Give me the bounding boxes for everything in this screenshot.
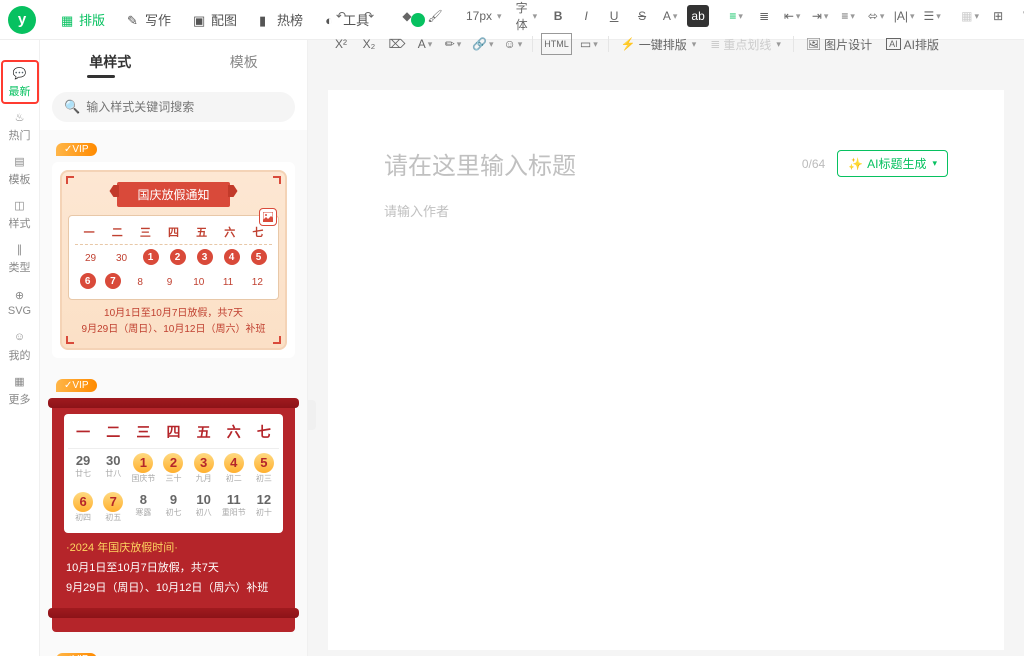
template-icon: ▤ (12, 153, 28, 169)
bars-icon: ∥ (12, 241, 28, 257)
font-family-select[interactable]: 字体▾ (512, 5, 542, 27)
panel-tab-single[interactable]: 单样式 (89, 52, 131, 72)
panel-drag-handle[interactable] (308, 400, 316, 430)
style-card-2[interactable]: 一二三四五六七 29廿七30廿八1国庆节2三十3九月4初二5初三 6初四7初五8… (52, 398, 295, 632)
focus-line-button[interactable]: ≣重点划线▾ (706, 33, 785, 55)
user-icon: ☺ (12, 329, 28, 345)
style-icon: ◫ (12, 197, 28, 213)
underline-button[interactable]: U (603, 5, 625, 27)
fire-icon: ♨ (12, 109, 28, 125)
title-count: 0/64 (802, 157, 825, 171)
editor-toolbar: ↶ ↷ ◆ 🖌 17px▾ 字体▾ B I U S A▾ ab ≡▾ ≣ ⇤▾ … (330, 2, 1020, 58)
ai-layout-button[interactable]: AIAI排版 (882, 33, 943, 55)
search-icon: 🔍 (64, 99, 80, 115)
layout-icon: ▦ (61, 13, 75, 27)
redo-button[interactable]: ↷ (358, 5, 380, 27)
quote-button[interactable]: ❞ (1015, 5, 1024, 27)
sparkle-icon: ✨ (848, 157, 863, 171)
clear-format-button[interactable]: ⌦ (386, 33, 408, 55)
indent-left-button[interactable]: ⇤▾ (781, 5, 803, 27)
editor-area: 请在这里输入标题 0/64 ✨AI标题生成▾ 请输入作者 (308, 40, 1024, 656)
style-gallery[interactable]: ✓VIP 国庆放假通知 一二三四五六七 293012345 6789101112… (40, 130, 307, 656)
align-justify-button[interactable]: ≣ (753, 5, 775, 27)
word-spacing-button[interactable]: |A|▾ (893, 5, 915, 27)
component-button[interactable]: ▦▾ (959, 5, 981, 27)
bolt-icon: ⚡ (621, 37, 636, 51)
nav-mine[interactable]: ☺我的 (1, 324, 39, 368)
notice-line: 10月1日至10月7日放假，共7天 (68, 306, 279, 322)
line-height-button[interactable]: ≡▾ (837, 5, 859, 27)
document-paper[interactable]: 请在这里输入标题 0/64 ✨AI标题生成▾ 请输入作者 (328, 90, 1004, 650)
lines-icon: ≣ (710, 37, 720, 51)
align-left-button[interactable]: ≡▾ (725, 5, 747, 27)
ai-title-button[interactable]: ✨AI标题生成▾ (837, 150, 948, 177)
announce-line: 9月29日（周日）、10月12日（周六）补班 (66, 579, 281, 599)
nav-style[interactable]: ◫样式 (1, 192, 39, 236)
font-color-button[interactable]: A▾ (659, 5, 681, 27)
tab-layout[interactable]: ▦排版 (51, 4, 115, 35)
image-icon: ▣ (193, 13, 207, 27)
panel-tab-template[interactable]: 模板 (230, 52, 258, 72)
subscript-button[interactable]: X₂ (358, 33, 380, 55)
grid-icon: ▦ (12, 373, 28, 389)
undo-button[interactable]: ↶ (330, 5, 352, 27)
image-design-button[interactable]: 🖼图片设计 (802, 33, 876, 55)
style-card-1[interactable]: 国庆放假通知 一二三四五六七 293012345 6789101112 10月1… (52, 162, 295, 358)
author-input[interactable]: 请输入作者 (384, 201, 948, 220)
app-logo[interactable]: y (3, 1, 41, 39)
tab-image[interactable]: ▣配图 (183, 4, 247, 35)
list-button[interactable]: ☰▾ (921, 5, 943, 27)
paint-icon[interactable]: ◆ (396, 5, 418, 27)
chat-icon: 💬 (12, 65, 28, 81)
marker-button[interactable]: ✏▾ (442, 33, 464, 55)
tab-write[interactable]: ✎写作 (117, 4, 181, 35)
highlight-button[interactable]: ab (687, 5, 709, 27)
vip-badge: ✓VIP (56, 379, 97, 392)
nav-template[interactable]: ▤模板 (1, 148, 39, 192)
announce-line: 10月1日至10月7日放假，共7天 (66, 559, 281, 579)
superscript-button[interactable]: X² (330, 33, 352, 55)
font-size-select[interactable]: 17px▾ (462, 5, 506, 27)
letter-spacing-button[interactable]: ⬄▾ (865, 5, 887, 27)
link-button[interactable]: 🔗▾ (470, 33, 495, 55)
flag-icon: ▮ (259, 13, 273, 27)
table-button[interactable]: ⊞ (987, 5, 1009, 27)
text-effect-button[interactable]: A▾ (414, 33, 436, 55)
style-panel: 单样式 模板 🔍 ✓VIP 国庆放假通知 一二三四五六七 293012345 (40, 40, 308, 656)
title-input[interactable]: 请在这里输入标题 (384, 146, 790, 181)
nav-svg[interactable]: ⊕SVG (1, 280, 39, 324)
format-brush-icon[interactable]: 🖌 (424, 5, 446, 27)
search-box[interactable]: 🔍 (52, 92, 295, 122)
nav-type[interactable]: ∥类型 (1, 236, 39, 280)
globe-icon: ⊕ (12, 287, 28, 303)
ai-typeset-button[interactable]: ⚡一键排版▾ (617, 33, 701, 55)
nav-latest[interactable]: 💬最新 (1, 60, 39, 104)
bold-button[interactable]: B (547, 5, 569, 27)
strike-button[interactable]: S (631, 5, 653, 27)
italic-button[interactable]: I (575, 5, 597, 27)
nav-more[interactable]: ▦更多 (1, 368, 39, 412)
logo-letter: y (8, 6, 36, 34)
ribbon: 国庆放假通知 (117, 182, 229, 207)
pen-icon: ✎ (127, 13, 141, 27)
emoji-button[interactable]: ☺▾ (501, 33, 524, 55)
ai-icon: AI (886, 38, 901, 50)
tab-trending[interactable]: ▮热榜 (249, 4, 313, 35)
html-button[interactable]: HTML (541, 33, 572, 55)
vip-badge: ✓VIP (56, 143, 97, 156)
picture-icon: 🖼 (806, 37, 821, 51)
search-input[interactable] (86, 100, 283, 114)
indent-right-button[interactable]: ⇥▾ (809, 5, 831, 27)
announce-highlight: ·2024 年国庆放假时间· (66, 539, 281, 559)
notice-line: 9月29日（周日）、10月12日（周六）补班 (68, 322, 279, 338)
side-nav: 💬最新 ♨热门 ▤模板 ◫样式 ∥类型 ⊕SVG ☺我的 ▦更多 (0, 40, 40, 656)
picture-icon (259, 208, 277, 226)
section-button[interactable]: ▭▾ (578, 33, 600, 55)
nav-hot[interactable]: ♨热门 (1, 104, 39, 148)
